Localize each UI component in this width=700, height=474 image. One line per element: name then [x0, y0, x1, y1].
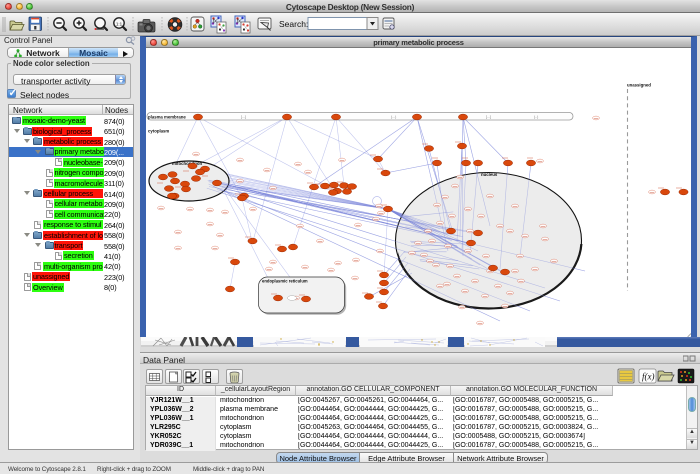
svg-text:f(x): f(x) — [642, 372, 655, 382]
svg-text:Search:: Search: — [279, 19, 308, 29]
svg-text:[...]: [...] — [486, 115, 491, 119]
svg-text:1:1: 1:1 — [116, 22, 123, 27]
svg-text:nucleus: nucleus — [481, 172, 498, 177]
svg-text:mitochondrion: mitochondrion — [172, 161, 202, 166]
svg-text:plasma membrane: plasma membrane — [148, 115, 186, 120]
svg-text:(...): (...) — [391, 115, 396, 119]
svg-text:endoplasmic reticulum: endoplasmic reticulum — [262, 279, 308, 284]
svg-text:unassigned: unassigned — [627, 83, 651, 88]
svg-text:(..): (..) — [534, 115, 538, 119]
svg-text:cytoplasm: cytoplasm — [148, 129, 169, 134]
svg-text:[...]: [...] — [241, 115, 246, 119]
